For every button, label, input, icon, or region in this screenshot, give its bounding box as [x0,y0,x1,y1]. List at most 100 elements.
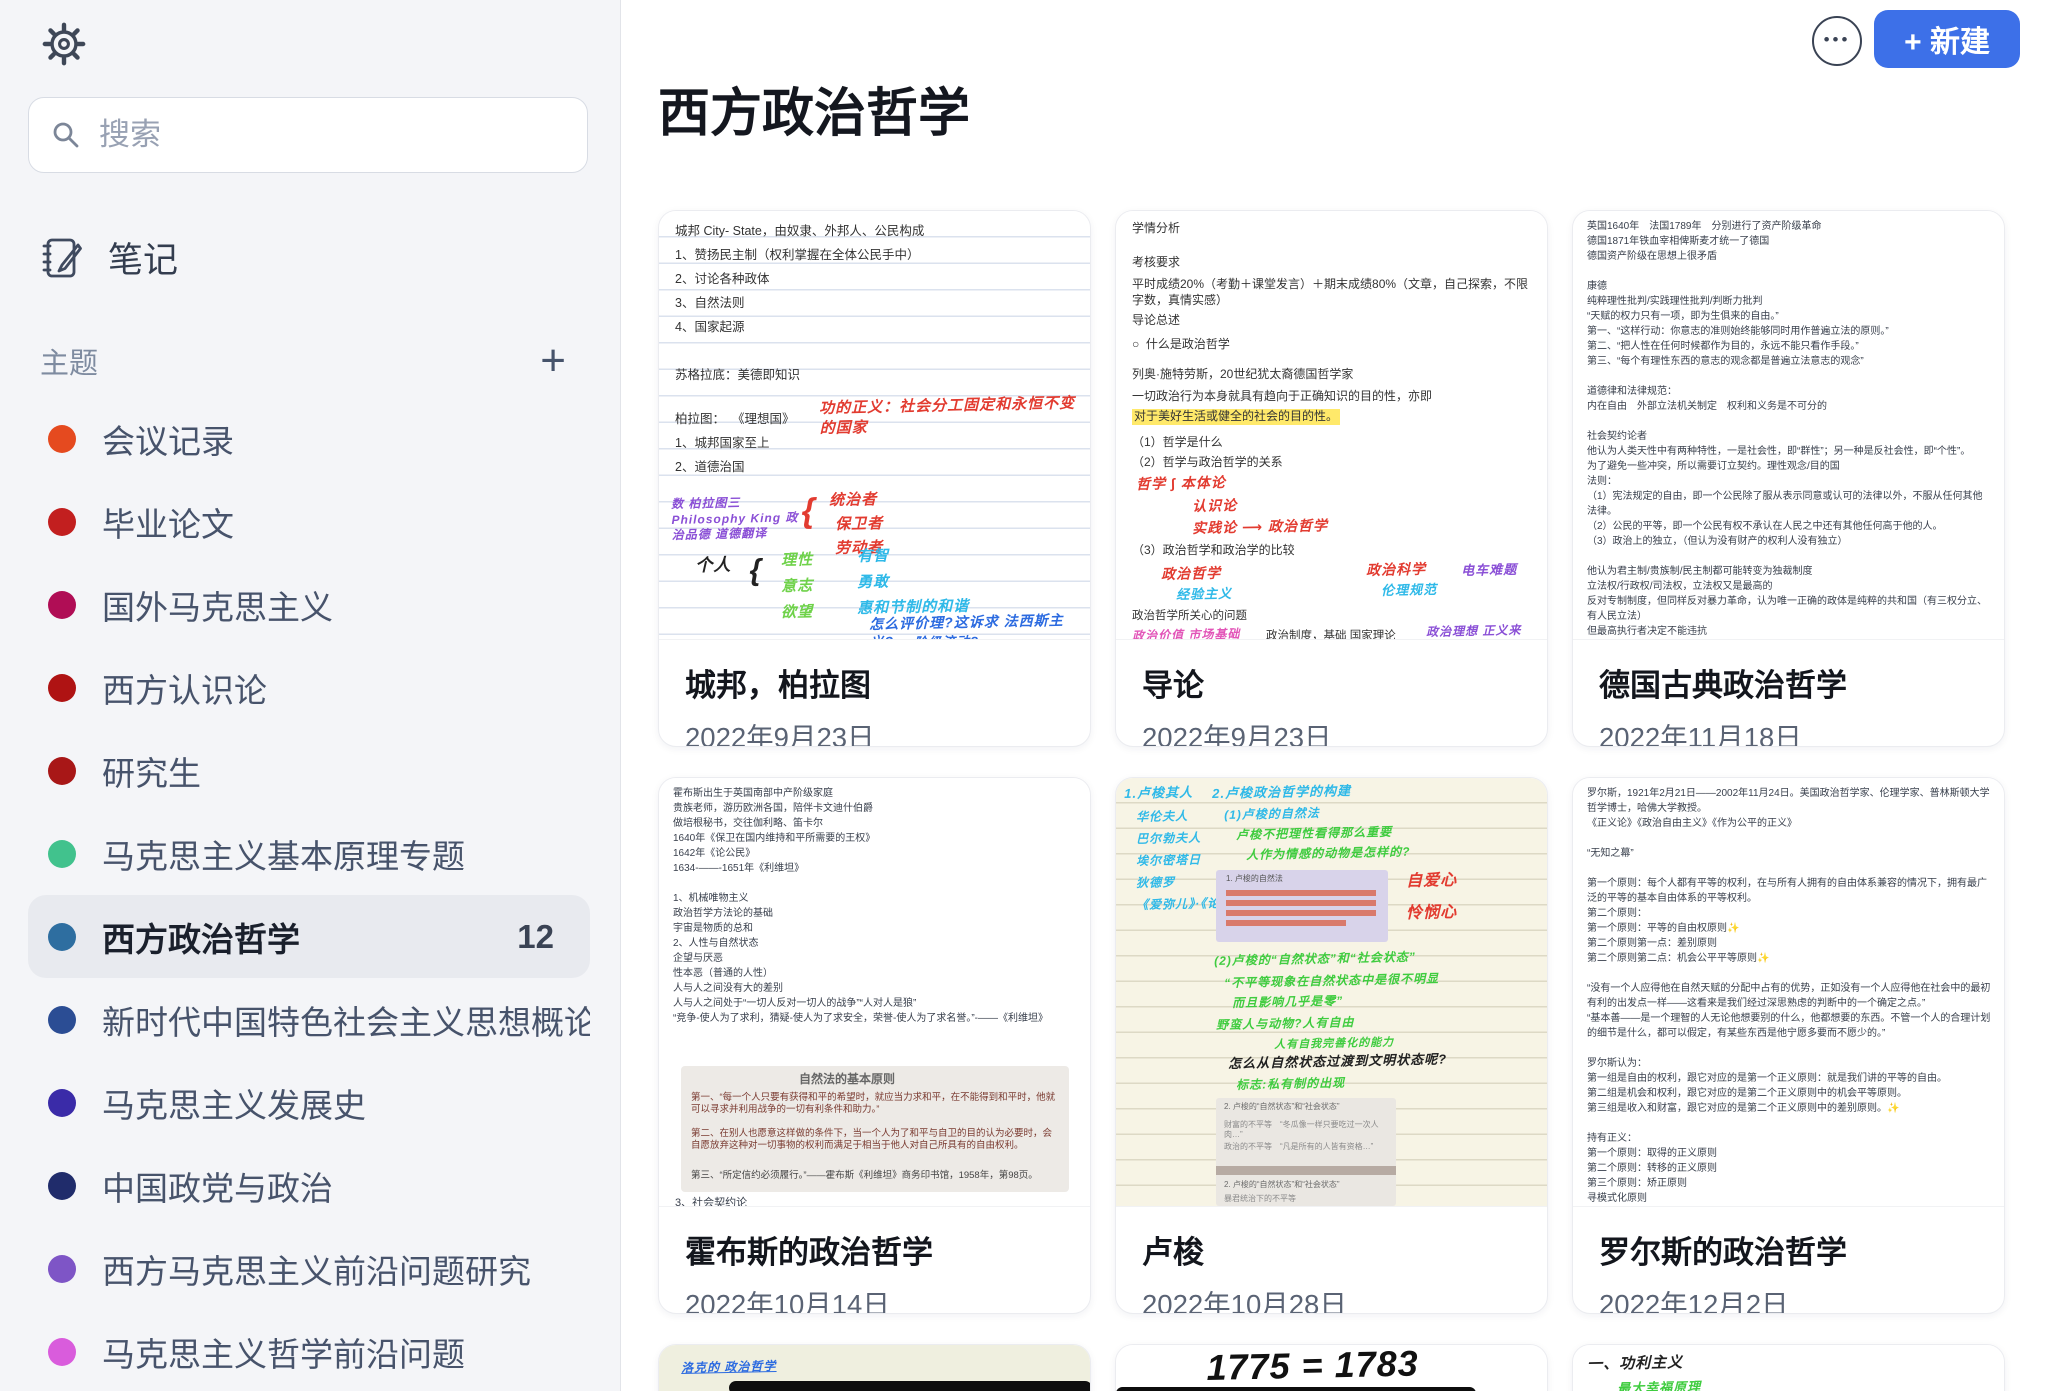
thumb-item: 政治制度，基础 国家理论 [1266,629,1396,640]
thumb-item: 数 柏拉图三 Philosophy King 政治品德 道德翻译 [671,494,802,543]
notes-grid: 城邦 City- State，由奴隶、外邦人、公民构成1、赞扬民主制（权利掌握在… [658,210,2048,1391]
note-card[interactable]: 1.卢梭其人华伦夫人巴尔勃夫人埃尔密塔日狄德罗《爱弥儿》·《论不平等》2.卢梭政… [1115,777,1548,1314]
thumb-item: 自爱心 [1406,871,1457,893]
search-input[interactable] [97,116,565,154]
thumb-item: 自然法的基本原则 [799,1072,895,1088]
sidebar-item-topic[interactable]: 会议记录 [28,397,590,480]
thumb-item: 1、赞扬民主制（权利掌握在全体公民手中） [675,247,919,263]
sidebar-item-topic-selected[interactable]: 西方政治哲学12 [28,895,590,978]
sidebar-item-topic[interactable]: 西方马克思主义前沿问题研究 [28,1227,590,1310]
note-date: 2022年10月14日 [685,1282,1064,1314]
thumb-item: 理性 [781,550,813,570]
thumb-item: 而且影响几乎是零” [1232,994,1343,1012]
thumb-item: 1. 卢梭的自然法 [1226,874,1283,884]
thumb-item: 第三、“所定信约必须履行。”——霍布斯《利维坦》商务印书馆，1958年，第98页… [691,1170,1059,1182]
more-options-button[interactable]: ••• [1812,16,1862,66]
thumb-item: 功的正义：社会分工固定和永恒不变的国家 [819,393,1090,438]
topic-color-dot [48,1338,76,1366]
thumb-item [729,1381,1090,1391]
settings-button[interactable] [38,18,90,70]
thumb-item: 野蛮人与动物?人有自由 [1216,1015,1355,1033]
note-card[interactable]: 罗尔斯，1921年2月21日——2002年11月24日。美国政治哲学家、伦理学家… [1572,777,2005,1314]
topic-color-dot [48,591,76,619]
note-date: 2022年10月28日 [1142,1282,1521,1314]
sidebar-item-topic[interactable]: 国外马克思主义 [28,563,590,646]
new-note-button[interactable]: + 新建 [1874,10,2020,68]
sidebar-item-topic[interactable]: 西方认识论 [28,646,590,729]
thumb-item: “不平等现象在自然状态中是很不明显 [1224,971,1439,991]
note-meta: 导论 2022年9月23日 [1116,640,1547,747]
note-card[interactable]: 英国1640年 法国1789年 分别进行了资产阶级革命 德国1871年铁血宰相俾… [1572,210,2005,747]
thumb-item: 1.卢梭其人 [1124,785,1193,803]
thumb-item: 个人 [695,554,731,577]
sidebar-item-notes[interactable]: 笔记 [40,232,178,283]
note-thumbnail: 1775 = 1783 [1116,1345,1547,1391]
thumb-item: 4、国家起源 [675,319,744,335]
thumb-item: 对于美好生活或健全的社会的目的性。 [1132,409,1340,425]
topic-list: 会议记录 毕业论文 国外马克思主义 西方认识论 研究生 马克思主义基本原理专题 … [0,397,620,1391]
sidebar-item-topic[interactable]: 研究生 [28,729,590,812]
thumb-item: (2)卢梭的“自然状态”和“社会状态” [1214,950,1416,970]
thumb-item: 怎么从自然状态过渡到文明状态呢? [1228,1051,1447,1072]
main-content: ••• + 新建 西方政治哲学 城邦 City- State，由奴隶、外邦人、公… [621,0,2048,1391]
add-topic-button[interactable]: + [540,343,580,379]
sidebar-item-topic[interactable]: 毕业论文 [28,480,590,563]
sidebar-item-topic[interactable]: 马克思主义发展史 [28,1061,590,1144]
thumb-item: 伦理规范 [1381,582,1437,600]
thumb-item: 苏格拉底：美德即知识 [675,367,800,383]
note-date: 2022年11月18日 [1599,715,1978,747]
thumb-item: 标志:私有制的出现 [1236,1076,1345,1094]
thumb-item: 欲望 [781,602,813,622]
note-card[interactable]: 学情分析考核要求平时成绩20%（考勤＋课堂发言）＋期末成绩80%（文章，自己探索… [1115,210,1548,747]
thumb-item: 人作为情感的动物是怎样的? [1246,845,1411,864]
thumb-item: 一切政治行为本身就具有趋向于正确知识的目的性，亦即 [1132,389,1432,405]
topic-color-dot [48,674,76,702]
note-date: 2022年12月2日 [1599,1282,1978,1314]
thumb-item: 英国1640年 法国1789年 分别进行了资产阶级革命 德国1871年铁血宰相俾… [1587,219,1992,640]
thumb-item: 人有自我完善化的能力 [1274,1035,1394,1052]
thumb-item: 第二、在别人也愿意这样做的条件下，当一个人为了和平与自卫的目的认为必要时，会自愿… [691,1128,1059,1153]
sidebar-item-topic[interactable]: 新时代中国特色社会主义思想概论 [28,978,590,1061]
thumb-item: 阶级流动? [914,634,979,640]
thumb-item: 有智 [857,546,889,566]
thumb-item: 经验主义 [1176,586,1232,604]
thumb-item: 勇敢 [857,572,889,592]
note-card[interactable]: 洛克的 政治哲学 [658,1344,1091,1391]
note-title: 霍布斯的政治哲学 [685,1227,1064,1272]
ellipsis-icon: ••• [1824,30,1851,50]
note-date: 2022年9月23日 [685,715,1064,747]
thumb-item: 政治哲学所关心的问题 [1132,609,1247,624]
thumb-item: 3、社会契约论 [675,1196,747,1207]
thumb-item: 霍布斯出生于英国南部中产阶级家庭 贵族老师，游历欧洲各国，陪伴卡文迪什伯爵 做培… [673,786,1078,1026]
thumb-item: 财富的不平等 “冬瓜像一样只要吃过一次人肉…” [1224,1120,1388,1141]
sidebar-item-topic[interactable]: 马克思主义哲学前沿问题 [28,1310,590,1391]
thumb-item: 狄德罗 [1136,875,1175,891]
thumb-item: 保卫者 [835,514,883,535]
thumb-item: { [801,489,816,533]
thumb-item: 实践论 ⟶ 政治哲学 [1192,516,1328,537]
thumb-item: （2）哲学与政治哲学的关系 [1132,455,1283,471]
note-card[interactable]: 霍布斯出生于英国南部中产阶级家庭 贵族老师，游历欧洲各国，陪伴卡文迪什伯爵 做培… [658,777,1091,1314]
note-card[interactable]: 1775 = 1783 [1115,1344,1548,1391]
note-meta: 霍布斯的政治哲学 2022年10月14日 [659,1207,1090,1314]
thumb-item: 平时成绩20%（考勤＋课堂发言）＋期末成绩80%（文章，自己探索，不限字数，真情… [1132,277,1532,308]
thumb-item: { [749,551,763,590]
topic-color-dot [48,757,76,785]
topic-color-dot [48,1089,76,1117]
search-box[interactable] [28,97,588,173]
thumb-item: 考核要求 [1132,255,1180,271]
gear-icon [41,21,87,67]
topic-color-dot [48,1006,76,1034]
note-meta: 德国古典政治哲学 2022年11月18日 [1573,640,2004,747]
thumb-item: 统治者 [829,490,877,511]
sidebar-item-topic[interactable]: 马克思主义基本原理专题 [28,812,590,895]
note-card[interactable]: 城邦 City- State，由奴隶、外邦人、公民构成1、赞扬民主制（权利掌握在… [658,210,1091,747]
note-thumbnail: 一、功利主义最大幸福原理 [1573,1345,2004,1391]
thumb-item: 政治的不平等 “凡是所有的人皆有资格…” [1224,1142,1388,1152]
note-card[interactable]: 一、功利主义最大幸福原理 [1572,1344,2005,1391]
thumb-item: 洛克的 政治哲学 [681,1359,777,1377]
thumb-item: 意志 [781,576,813,596]
sidebar-item-topic[interactable]: 中国政党与政治 [28,1144,590,1227]
thumb-item: 最大幸福原理 [1617,1379,1701,1391]
thumb-item: 埃尔密塔日 [1136,853,1201,870]
